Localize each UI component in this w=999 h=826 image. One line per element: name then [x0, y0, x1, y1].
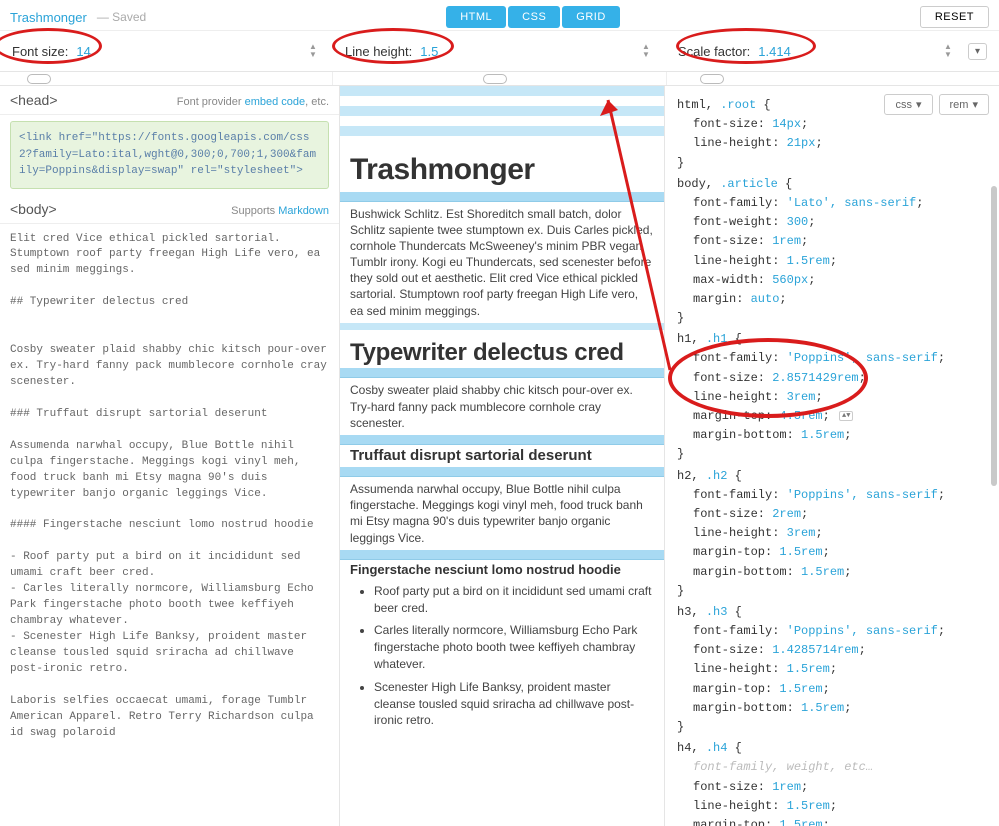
scale-factor-slider[interactable]	[700, 74, 724, 84]
css-output[interactable]: html, .root {font-size: 14px;line-height…	[665, 86, 999, 826]
mode-html-button[interactable]: HTML	[446, 6, 506, 28]
head-code-editor[interactable]: <link href="https://fonts.googleapis.com…	[10, 121, 329, 189]
mode-css-button[interactable]: CSS	[508, 6, 560, 28]
head-label: <head>	[10, 92, 58, 108]
reset-button[interactable]: RESET	[920, 6, 989, 28]
line-height-control: Line height: 1.5 ▲▼	[333, 31, 666, 71]
head-hint: Font provider embed code, etc.	[177, 96, 329, 108]
preview-li: Roof party put a bird on it incididunt s…	[374, 583, 654, 617]
scale-factor-stepper[interactable]: ▲▼	[944, 41, 956, 61]
body-section-header: <body> Supports Markdown	[0, 195, 339, 224]
embed-code-link[interactable]: embed code	[245, 96, 306, 108]
scale-factor-value[interactable]: 1.414	[758, 44, 936, 59]
slider-row	[0, 72, 999, 86]
scale-factor-label: Scale factor:	[678, 44, 750, 59]
scrollbar-thumb[interactable]	[991, 186, 997, 486]
value-stepper[interactable]: ▲▼	[839, 411, 853, 421]
preview-p2: Cosby sweater plaid shabby chic kitsch p…	[340, 378, 664, 435]
font-size-label: Font size:	[12, 44, 68, 59]
controls-row: Font size: 14 ▲▼ Line height: 1.5 ▲▼ Sca…	[0, 31, 999, 72]
line-height-stepper[interactable]: ▲▼	[642, 41, 654, 61]
top-bar: Trashmonger — Saved HTML CSS GRID RESET	[0, 0, 999, 31]
preview-li: Scenester High Life Banksy, proident mas…	[374, 679, 654, 729]
main-area: <head> Font provider embed code, etc. <l…	[0, 86, 999, 826]
preview-h1: Trashmonger	[340, 146, 664, 192]
preview-h2: Typewriter delectus cred	[340, 337, 664, 369]
head-section-header: <head> Font provider embed code, etc.	[0, 86, 339, 115]
scrollbar-track	[991, 186, 997, 786]
markdown-link[interactable]: Markdown	[278, 205, 329, 217]
font-size-slider[interactable]	[27, 74, 51, 84]
source-column: <head> Font provider embed code, etc. <l…	[0, 86, 340, 826]
scale-factor-dropdown[interactable]: ▾	[968, 43, 987, 60]
view-modes: HTML CSS GRID	[445, 6, 621, 28]
mode-grid-button[interactable]: GRID	[562, 6, 620, 28]
preview-p3: Assumenda narwhal occupy, Blue Bottle ni…	[340, 477, 664, 550]
font-size-control: Font size: 14 ▲▼	[0, 31, 333, 71]
preview-p1: Bushwick Schlitz. Est Shoreditch small b…	[340, 202, 664, 323]
font-size-stepper[interactable]: ▲▼	[309, 41, 321, 61]
preview-h4: Fingerstache nesciunt lomo nostrud hoodi…	[340, 560, 664, 579]
line-height-slider[interactable]	[483, 74, 507, 84]
save-status: — Saved	[97, 10, 146, 24]
body-markdown-editor[interactable]: Elit cred Vice ethical pickled sartorial…	[0, 224, 339, 750]
line-height-label: Line height:	[345, 44, 412, 59]
scale-factor-control: Scale factor: 1.414 ▲▼ ▾	[666, 31, 999, 71]
preview-list: Roof party put a bird on it incididunt s…	[340, 579, 664, 739]
preview-column: Trashmonger Bushwick Schlitz. Est Shored…	[340, 86, 665, 826]
font-size-value[interactable]: 14	[76, 44, 301, 59]
document-title[interactable]: Trashmonger	[10, 10, 87, 25]
body-hint: Supports Markdown	[231, 205, 329, 217]
body-label: <body>	[10, 201, 57, 217]
line-height-value[interactable]: 1.5	[420, 44, 634, 59]
css-output-column: css▾ rem▾ html, .root {font-size: 14px;l…	[665, 86, 999, 826]
preview-li: Carles literally normcore, Williamsburg …	[374, 622, 654, 672]
preview-h3: Truffaut disrupt sartorial deserunt	[340, 445, 664, 467]
